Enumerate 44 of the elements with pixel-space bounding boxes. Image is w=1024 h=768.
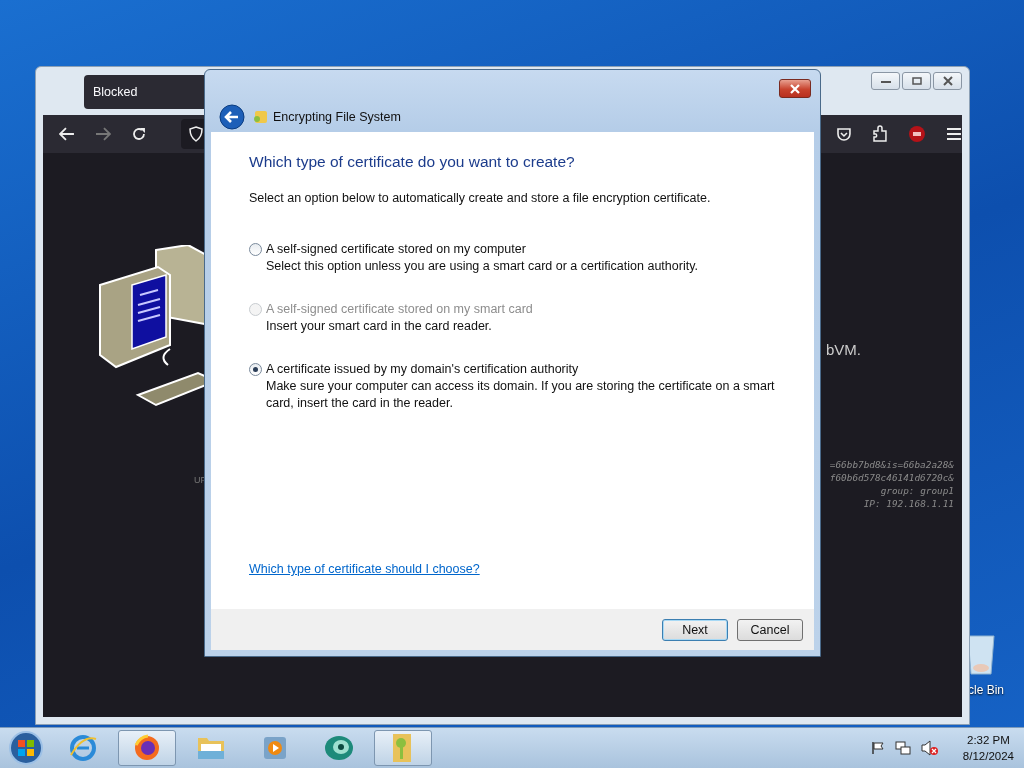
cancel-button[interactable]: Cancel	[737, 618, 803, 641]
reload-icon[interactable]	[130, 126, 147, 142]
maximize-button[interactable]	[902, 72, 931, 90]
intro-text: Select an option below to automatically create and store a file encryption certificate.	[249, 191, 712, 205]
shield-icon	[188, 126, 203, 142]
puzzle-icon[interactable]	[872, 125, 889, 143]
play-icon	[261, 734, 289, 762]
clock-date[interactable]: 8/12/2024	[962, 748, 1014, 764]
fox-globe-icon	[132, 733, 162, 763]
flag-icon[interactable]	[870, 741, 885, 755]
clock-time[interactable]: 2:32 PM	[967, 732, 1010, 748]
volume-muted-icon[interactable]	[920, 740, 939, 756]
option-description: Select this option unless you are using a smart card or a certification authority.	[266, 258, 698, 275]
page-text-fragment: bVM.	[826, 341, 861, 358]
option-description: Insert your smart card in the card reader.	[266, 318, 493, 335]
disc-icon	[323, 733, 355, 763]
detail-line: f60b6d578c46141d6720c&	[829, 471, 954, 484]
minimize-button[interactable]	[871, 72, 900, 90]
taskbar-button[interactable]	[118, 730, 176, 766]
next-button[interactable]: Next	[662, 618, 728, 641]
close-icon	[789, 83, 801, 94]
close-button[interactable]	[779, 79, 811, 98]
dialog-title: Encrypting File System	[273, 109, 401, 124]
option-description: Make sure your computer can access its domain. If you are storing the certificate on a smart card, insert the card in the reader.	[266, 378, 776, 412]
close-icon	[941, 76, 954, 86]
minimize-icon	[879, 78, 892, 84]
maximize-icon	[910, 76, 923, 86]
radio-button[interactable]	[249, 243, 262, 256]
option-label[interactable]: A self-signed certificate stored on my computer	[266, 241, 698, 258]
pocket-icon[interactable]	[836, 126, 853, 142]
back-icon[interactable]	[219, 103, 245, 130]
detail-line: =66bb7bd8&is=66ba2a28&	[829, 458, 954, 471]
help-link[interactable]: Which type of certificate should I choose?	[249, 562, 480, 576]
dialog-heading: Which type of certificate do you want to create?	[249, 153, 576, 171]
globe-e-icon	[68, 733, 98, 763]
option-label[interactable]: A certificate issued by my domain's certification authority	[266, 361, 776, 378]
start-button[interactable]	[8, 730, 44, 766]
close-button[interactable]	[933, 72, 962, 90]
detail-line: group: group1	[880, 484, 954, 497]
menu-icon[interactable]	[946, 127, 962, 141]
forward-icon[interactable]	[94, 127, 111, 141]
detail-line: IP: 192.168.1.11	[863, 497, 954, 510]
network-icon[interactable]	[894, 740, 911, 756]
radio-button[interactable]	[249, 363, 262, 376]
